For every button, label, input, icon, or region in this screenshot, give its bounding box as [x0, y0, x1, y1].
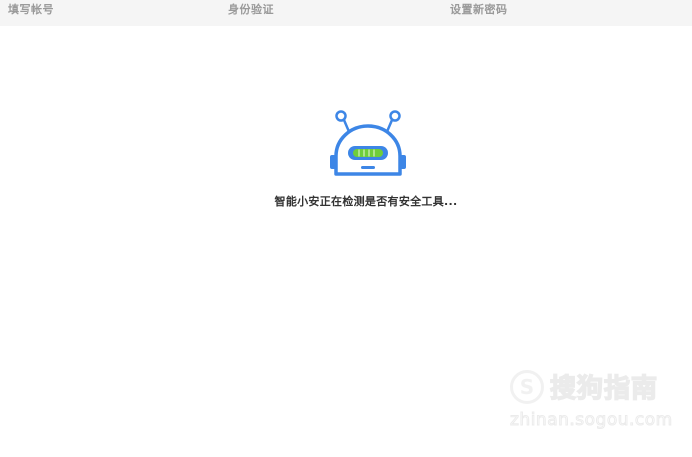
- detection-status-text: 智能小安正在检测是否有安全工具...: [274, 195, 458, 208]
- robot-icon: [330, 110, 406, 176]
- watermark-title: 搜狗指南: [549, 373, 659, 404]
- password-recovery-page: 填写帐号 身份验证 设置新密码 智能小安正在检测是否有安全工具... S 搜狗指…: [0, 0, 692, 457]
- step-fill-account: 填写帐号: [8, 3, 54, 16]
- sogou-logo-icon: S: [510, 370, 544, 404]
- step-set-new-password: 设置新密码: [450, 3, 508, 16]
- watermark-url: zhinan.sogou.com: [510, 410, 673, 431]
- step-identity-verify: 身份验证: [228, 3, 274, 16]
- steps-bar: 填写帐号 身份验证 设置新密码: [0, 0, 692, 26]
- sogou-watermark: S 搜狗指南 zhinan.sogou.com: [510, 368, 673, 434]
